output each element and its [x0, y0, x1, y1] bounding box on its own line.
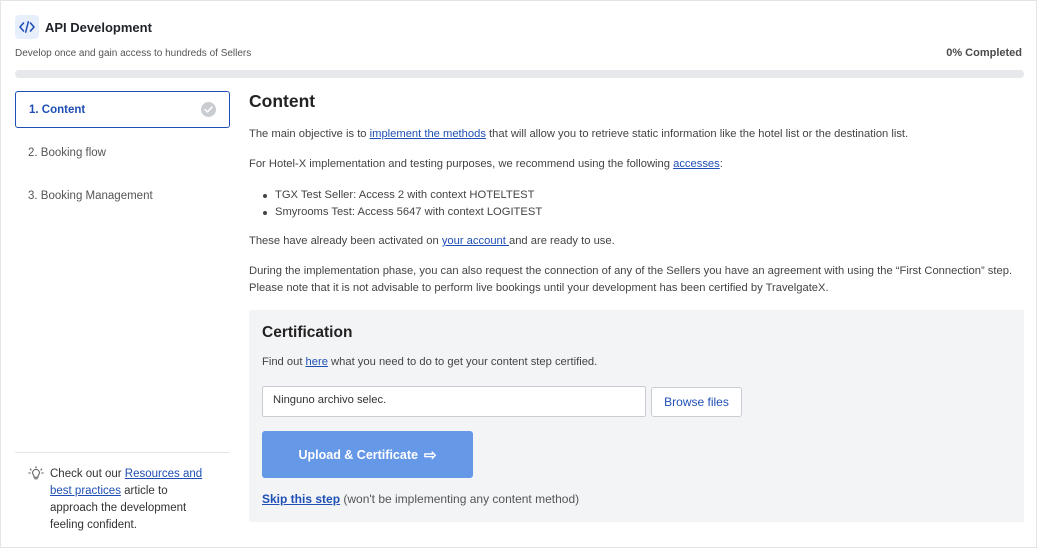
certification-panel: Certification Find out here what you nee…: [249, 310, 1024, 522]
step-label: 3. Booking Management: [28, 189, 153, 202]
skip-note: (won't be implementing any content metho…: [340, 492, 580, 506]
file-name-field[interactable]: Ninguno archivo selec.: [262, 386, 646, 417]
accesses-link[interactable]: accesses: [673, 158, 720, 170]
list-item: TGX Test Seller: Access 2 with context H…: [262, 187, 542, 204]
implementation-paragraph: During the implementation phase, you can…: [249, 265, 1013, 294]
certification-text: Find out here what you need to do to get…: [262, 356, 597, 368]
page-subtitle: Develop once and gain access to hundreds…: [15, 48, 252, 59]
list-item: Smyrooms Test: Access 5647 with context …: [262, 204, 542, 221]
text: and are ready to use.: [508, 235, 615, 247]
text: The main objective is to: [249, 128, 370, 140]
content-section: Content The main objective is to impleme…: [249, 91, 1024, 294]
text: These have already been activated on: [249, 235, 442, 247]
skip-step-link[interactable]: Skip this step: [262, 492, 340, 506]
account-paragraph: These have already been activated on you…: [249, 233, 615, 250]
certification-title: Certification: [262, 324, 353, 341]
tip-text: Check out our Resources and best practic…: [50, 466, 210, 535]
skip-row: Skip this step (won't be implementing an…: [262, 492, 579, 506]
implement-methods-link[interactable]: implement the methods: [370, 128, 486, 140]
step-label: 2. Booking flow: [28, 146, 106, 159]
api-development-panel: API Development Develop once and gain ac…: [0, 0, 1037, 548]
upload-certificate-button[interactable]: Upload & Certificate ⇨: [262, 431, 473, 478]
text: what you need to do to get your content …: [327, 356, 598, 368]
here-link[interactable]: here: [306, 356, 328, 368]
step-label: 1. Content: [29, 103, 86, 116]
intro-paragraph: The main objective is to implement the m…: [249, 126, 908, 143]
lightbulb-icon: [28, 466, 44, 482]
your-account-link[interactable]: your account: [442, 235, 509, 247]
check-circle-icon: [201, 102, 216, 117]
step-content[interactable]: 1. Content: [15, 91, 230, 128]
page-title: API Development: [45, 19, 152, 35]
code-icon: [15, 15, 39, 39]
progress-label: 0% Completed: [946, 47, 1022, 59]
accesses-paragraph: For Hotel-X implementation and testing p…: [249, 156, 723, 173]
step-booking-management[interactable]: 3. Booking Management: [15, 177, 230, 214]
header: API Development: [15, 15, 152, 39]
progress-bar: [15, 70, 1024, 78]
arrow-right-icon: ⇨: [423, 446, 437, 464]
upload-label: Upload & Certificate: [298, 447, 418, 462]
text: For Hotel-X implementation and testing p…: [249, 158, 674, 170]
step-booking-flow[interactable]: 2. Booking flow: [15, 134, 230, 171]
browse-files-button[interactable]: Browse files: [651, 387, 742, 417]
text: :: [719, 158, 723, 170]
section-title: Content: [249, 91, 316, 111]
access-list: TGX Test Seller: Access 2 with context H…: [249, 187, 542, 221]
steps-sidebar: 1. Content 2. Booking flow 3. Booking Ma…: [15, 91, 230, 214]
text: Find out: [262, 356, 306, 368]
resources-tip: Check out our Resources and best practic…: [15, 452, 230, 535]
text: that will allow you to retrieve static i…: [485, 128, 909, 140]
tip-text-before: Check out our: [50, 468, 125, 480]
